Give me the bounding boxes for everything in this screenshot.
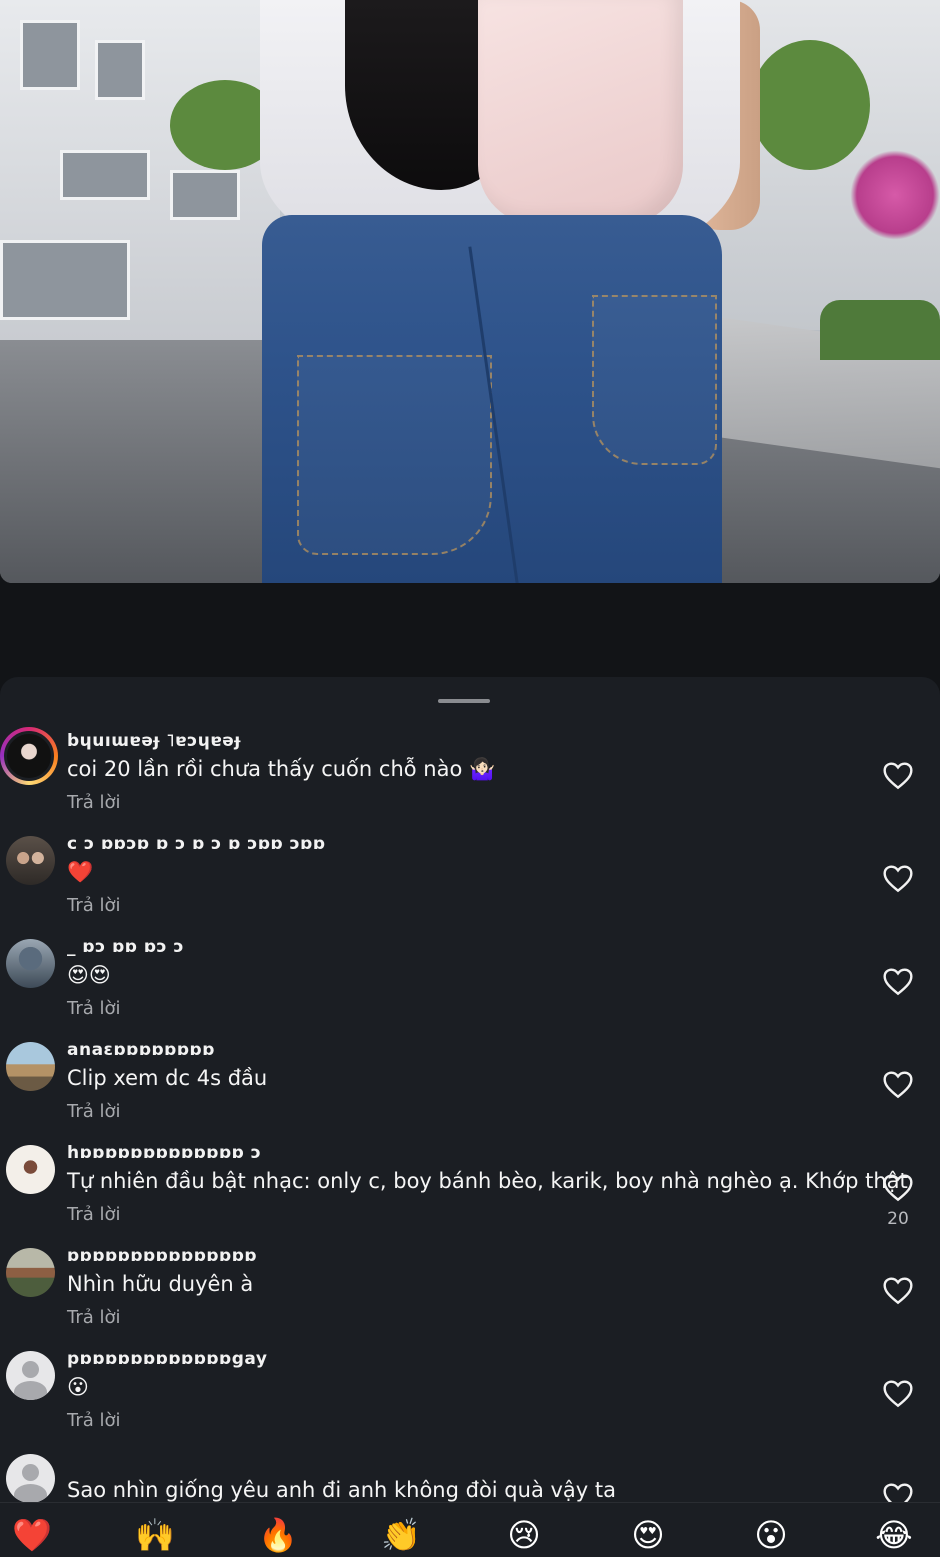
reaction-laughing-button[interactable]: 😂 [874,1515,914,1555]
avatar[interactable] [6,1454,55,1502]
comment-item: bɥuıɯɐǝɟ ˥ɐɔɥɐǝɟ coi 20 lần rồi chưa thấ… [0,727,940,836]
heart-icon [883,865,913,893]
reaction-heart-button[interactable]: ❤️ [12,1515,52,1555]
avatar[interactable] [6,1351,55,1400]
reaction-heart-eyes-button[interactable]: 😍 [628,1515,668,1555]
heart-icon [883,1071,913,1099]
reaction-raised-hands-button[interactable]: 🙌 [135,1515,175,1555]
comment-username[interactable]: anaɛɒɒɒɒɒɒɒɒ [67,1040,215,1060]
avatar[interactable] [6,939,55,988]
reply-button[interactable]: Trả lời [67,1101,121,1122]
reply-button[interactable]: Trả lời [67,1410,121,1431]
reply-button[interactable]: Trả lời [67,1307,121,1328]
comment-item: ɒɒɒɒɒɒɒɒɒɒɒɒɒɒɒ Nhìn hữu duyên à Trả lời [0,1246,940,1351]
comment-item: anaɛɒɒɒɒɒɒɒɒ Clip xem dc 4s đầu Trả lời [0,1040,940,1145]
quick-reaction-bar: ❤️ 🙌 🔥 👏 😢 😍 😮 😂 [0,1502,940,1557]
reel-video[interactable] [0,0,940,583]
video-hedge [820,300,940,360]
like-button[interactable] [882,1069,914,1099]
reaction-clap-button[interactable]: 👏 [381,1515,421,1555]
video-flowers [850,150,940,240]
comment-text: Tự nhiên đầu bật nhạc: only c, boy bánh … [67,1169,908,1193]
like-button[interactable] [882,1275,914,1305]
video-bag [478,0,683,225]
like-button[interactable] [882,1172,914,1202]
heart-icon [883,968,913,996]
comment-username[interactable]: _ ɒɔ ɒɒ ɒɔ ɔ [67,937,184,957]
avatar[interactable] [6,1042,55,1091]
like-button[interactable] [882,966,914,996]
like-button[interactable] [882,760,914,790]
comment-username[interactable]: hɒɒɒɒɒɒɒɒɒɒɒɒɒ ɔ [67,1143,261,1163]
reply-button[interactable]: Trả lời [67,895,121,916]
reply-button[interactable]: Trả lời [67,1204,121,1225]
video-jeans [262,215,722,583]
avatar[interactable] [6,1145,55,1194]
comment-username[interactable]: pɒɒɒɒɒɒɒɒɒɒɒɒgay [67,1349,267,1369]
reaction-crying-button[interactable]: 😢 [504,1515,544,1555]
sheet-drag-handle[interactable] [438,699,490,703]
heart-icon [883,1174,913,1202]
comment-item: hɒɒɒɒɒɒɒɒɒɒɒɒɒ ɔ Tự nhiên đầu bật nhạc: … [0,1143,940,1248]
avatar[interactable] [6,1248,55,1297]
comment-item: Sao nhìn giống yêu anh đi anh không đòi … [0,1454,940,1502]
comment-username[interactable]: c ɔ ɒɒɔɒ ɒ ɔ ɒ ɔ ɒ ɔɒɒ ɔɒɒ [67,834,326,854]
reply-button[interactable]: Trả lời [67,792,121,813]
comment-item: _ ɒɔ ɒɒ ɒɔ ɔ 😍😍 Trả lời [0,937,940,1042]
video-tree-right [750,40,870,170]
heart-icon [883,1277,913,1305]
comment-text: 😮 [67,1375,89,1399]
comment-username[interactable]: bɥuıɯɐǝɟ ˥ɐɔɥɐǝɟ [67,731,241,751]
avatar[interactable] [0,727,58,785]
comment-text: Sao nhìn giống yêu anh đi anh không đòi … [67,1478,616,1502]
reaction-surprised-button[interactable]: 😮 [751,1515,791,1555]
like-button[interactable] [882,1378,914,1408]
comment-item: c ɔ ɒɒɔɒ ɒ ɔ ɒ ɔ ɒ ɔɒɒ ɔɒɒ ❤️ Trả lời [0,834,940,939]
comment-item: pɒɒɒɒɒɒɒɒɒɒɒɒgay 😮 Trả lời [0,1349,940,1454]
comment-text: ❤️ [67,860,94,884]
heart-icon [883,762,913,790]
reply-button[interactable]: Trả lời [67,998,121,1019]
like-count: 20 [887,1209,909,1229]
comment-username[interactable]: ɒɒɒɒɒɒɒɒɒɒɒɒɒɒɒ [67,1246,257,1266]
comment-text: 😍😍 [67,963,111,987]
comment-text: Nhìn hữu duyên à [67,1272,254,1296]
comment-text: coi 20 lần rồi chưa thấy cuốn chỗ nào 🤷🏻… [67,757,496,781]
like-button[interactable] [882,1481,914,1502]
reaction-fire-button[interactable]: 🔥 [258,1515,298,1555]
video-building-left [0,0,280,340]
heart-icon [883,1483,913,1502]
heart-icon [883,1380,913,1408]
avatar[interactable] [6,836,55,885]
comment-text: Clip xem dc 4s đầu [67,1066,268,1090]
like-button[interactable] [882,863,914,893]
